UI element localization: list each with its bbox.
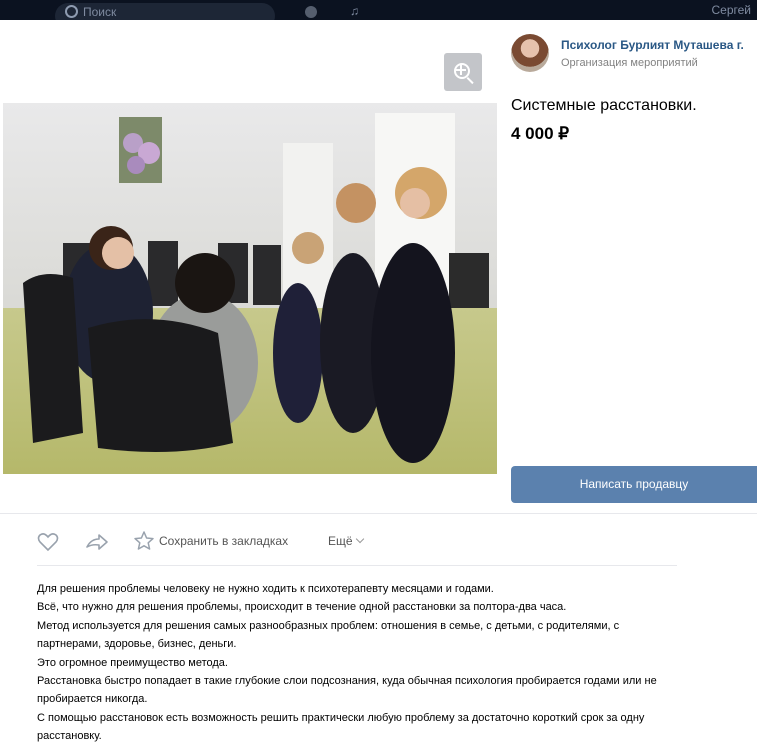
- description-line: Это огромное преимущество метода.: [37, 656, 228, 669]
- description-line: Всё, что нужно для решения проблемы, про…: [37, 601, 567, 614]
- chevron-down-icon: [355, 534, 364, 544]
- zoom-in-icon[interactable]: [444, 53, 482, 91]
- contact-seller-button[interactable]: Написать продавцу: [511, 466, 757, 503]
- more-menu[interactable]: Ещё: [328, 534, 364, 548]
- share-arrow-icon[interactable]: [85, 532, 109, 552]
- product-description: Для решения проблемы человеку не нужно х…: [37, 580, 677, 746]
- more-label: Ещё: [328, 534, 353, 548]
- description-line: Расстановка быстро попадает в такие глуб…: [37, 675, 657, 706]
- section-divider: [0, 513, 757, 514]
- product-price: 4 000 ₽: [511, 124, 570, 143]
- description-line: Для решения проблемы человеку не нужно х…: [37, 583, 494, 595]
- notifications-icon[interactable]: [305, 6, 317, 18]
- description-line: Метод используется для решения самых раз…: [37, 619, 620, 651]
- product-title: Системные расстановки.: [511, 97, 697, 114]
- seller-type: Организация мероприятий: [561, 57, 698, 69]
- top-navigation-bar: Поиск ♫ Сергей: [0, 0, 757, 29]
- star-icon[interactable]: [133, 530, 155, 552]
- description-line: С помощью расстановок есть возможность р…: [37, 711, 645, 743]
- search-placeholder: Поиск: [83, 5, 117, 19]
- save-to-bookmarks-link[interactable]: Сохранить в закладках: [159, 534, 288, 548]
- music-icon[interactable]: ♫: [350, 4, 359, 18]
- seller-name[interactable]: Психолог Бурлият Муташева г.: [561, 38, 744, 52]
- user-name[interactable]: Сергей: [711, 3, 751, 17]
- content-divider: [37, 565, 677, 566]
- product-photo-area: [0, 20, 500, 513]
- heart-icon[interactable]: [37, 532, 59, 552]
- group-session-photo: [3, 103, 497, 474]
- product-photo[interactable]: [3, 103, 497, 474]
- search-icon: [65, 5, 78, 18]
- seller-avatar[interactable]: [511, 34, 549, 72]
